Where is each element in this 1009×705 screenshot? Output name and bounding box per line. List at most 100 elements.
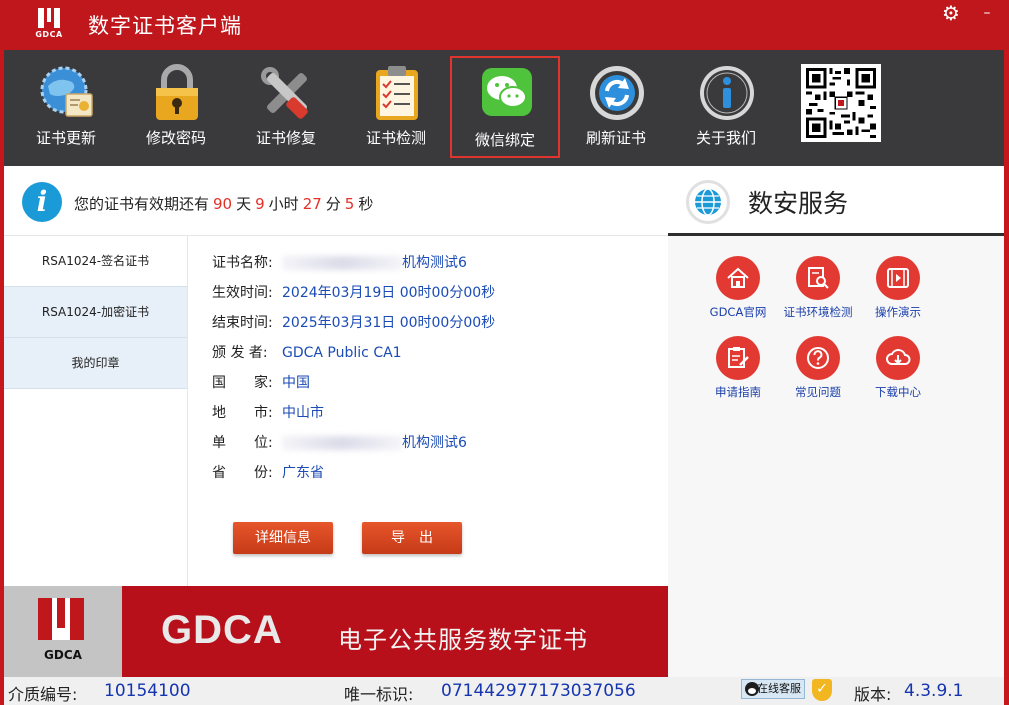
detail-label: 单 位: [212, 435, 273, 451]
toolbar-change-password[interactable]: 修改密码 [126, 50, 226, 166]
detail-row-name: 证书名称: 机构测试6 [212, 248, 652, 278]
title-bar: GDCA 数字证书客户端 ⚙ – [0, 0, 1009, 50]
banner-slogan: 电子公共服务数字证书 [338, 626, 588, 654]
home-icon [716, 256, 760, 300]
validity-bar: i 您的证书有效期还有 90 天 9 小时 27 分 5 秒 [4, 166, 668, 236]
service-gdca-website[interactable]: GDCA官网 [698, 256, 778, 320]
detail-label: 颁 发 者: [212, 345, 268, 361]
cert-item-sign[interactable]: RSA1024-签名证书 [4, 236, 187, 287]
refresh-icon [588, 64, 646, 122]
detail-row-issuer: 颁 发 者: GDCA Public CA1 [212, 338, 652, 368]
validity-minutes: 27 [302, 195, 322, 213]
detail-label: 结束时间: [212, 315, 273, 331]
service-label: 下载中心 [875, 385, 921, 399]
detail-label: 生效时间: [212, 285, 273, 301]
services-panel: 数安服务 GDCA官网 证书环境检测 操作演示 申请指南 常见问题 下载中心 [668, 166, 1004, 677]
shield-check-icon: ✓ [812, 679, 832, 701]
detail-value: 机构测试6 [402, 435, 467, 451]
certificate-list: RSA1024-签名证书 RSA1024-加密证书 我的印章 [4, 236, 188, 586]
service-label: GDCA官网 [709, 305, 767, 319]
online-support-button[interactable]: 在线客服 [741, 679, 805, 699]
toolbar-wechat-bind[interactable]: 微信绑定 [450, 56, 560, 158]
online-support-label: 在线客服 [757, 682, 801, 695]
status-bar: 介质编号: 10154100 唯一标识: 071442977173037056 … [4, 677, 1004, 705]
detail-row-province: 省 份: 广东省 [212, 458, 652, 488]
certificate-panel: i 您的证书有效期还有 90 天 9 小时 27 分 5 秒 RSA1024-签名证书 RSA1… [4, 166, 668, 586]
certificate-update-icon [38, 64, 96, 122]
media-label: 介质编号: [8, 685, 78, 704]
services-title: 数安服务 [748, 189, 849, 218]
wechat-icon [478, 64, 536, 122]
service-demo[interactable]: 操作演示 [858, 256, 938, 320]
validity-seconds-unit: 秒 [358, 195, 374, 213]
service-faq[interactable]: 常见问题 [778, 336, 858, 400]
app-title: 数字证书客户端 [88, 14, 242, 38]
detail-info-button[interactable]: 详细信息 [233, 522, 333, 554]
service-label: 证书环境检测 [783, 305, 853, 319]
validity-prefix: 您的证书有效期还有 [74, 195, 210, 213]
uid-value: 071442977173037056 [441, 681, 636, 701]
toolbar-label: 关于我们 [695, 129, 756, 147]
service-label: 操作演示 [875, 305, 921, 319]
toolbar-refresh-cert[interactable]: 刷新证书 [566, 50, 666, 166]
toolbar-label: 刷新证书 [585, 129, 646, 147]
qq-penguin-icon [745, 682, 759, 696]
gdca-banner-logo-text: GDCA [44, 648, 82, 662]
settings-gear-icon[interactable]: ⚙ [940, 2, 962, 24]
cloud-download-icon [876, 336, 920, 380]
gdca-banner: GDCA GDCA 电子公共服务数字证书 [4, 586, 668, 677]
detail-value: 2024年03月19日 00时00分00秒 [282, 285, 496, 301]
padlock-icon [148, 64, 206, 122]
uid-label: 唯一标识: [344, 685, 414, 704]
detail-value: 中山市 [282, 405, 324, 421]
service-env-check[interactable]: 证书环境检测 [778, 256, 858, 320]
toolbar-label: 微信绑定 [474, 131, 535, 149]
validity-seconds: 5 [344, 195, 355, 213]
media-value: 10154100 [104, 681, 191, 701]
info-circle-icon: i [22, 182, 62, 222]
validity-days: 90 [213, 195, 233, 213]
validity-minutes-unit: 分 [325, 195, 341, 213]
gdca-logo-text: GDCA [35, 30, 63, 39]
service-label: 申请指南 [715, 385, 761, 399]
toolbar-cert-update[interactable]: 证书更新 [16, 50, 116, 166]
detail-row-org: 单 位: 机构测试6 [212, 428, 652, 458]
toolbar-cert-check[interactable]: 证书检测 [346, 50, 446, 166]
edit-document-icon [716, 336, 760, 380]
toolbar-about-us[interactable]: 关于我们 [676, 50, 776, 166]
detail-label: 证书名称: [212, 255, 273, 271]
toolbar-cert-repair[interactable]: 证书修复 [236, 50, 336, 166]
cert-item-encrypt[interactable]: RSA1024-加密证书 [4, 287, 187, 338]
validity-hours: 9 [255, 195, 265, 213]
detail-label: 省 份: [212, 465, 273, 481]
certificate-details: 证书名称: 机构测试6 生效时间: 2024年03月19日 00时00分00秒 结束… [212, 248, 652, 488]
info-icon [698, 64, 756, 122]
version-label: 版本: [854, 685, 892, 704]
globe-icon [686, 180, 730, 224]
document-search-icon [796, 256, 840, 300]
video-icon [876, 256, 920, 300]
detail-row-end: 结束时间: 2025年03月31日 00时00分00秒 [212, 308, 652, 338]
cert-item-seal[interactable]: 我的印章 [4, 338, 187, 389]
gdca-logo-mark [38, 8, 60, 28]
tools-icon [258, 64, 316, 122]
redacted-blur [282, 436, 402, 450]
detail-value: 机构测试6 [402, 255, 467, 271]
export-button[interactable]: 导 出 [362, 522, 462, 554]
detail-row-city: 地 市: 中山市 [212, 398, 652, 428]
gdca-banner-logo: GDCA [4, 586, 122, 677]
service-download[interactable]: 下载中心 [858, 336, 938, 400]
wechat-qr-code [801, 64, 881, 142]
detail-label: 地 市: [212, 405, 273, 421]
service-guide[interactable]: 申请指南 [698, 336, 778, 400]
gdca-logo: GDCA [35, 8, 63, 42]
detail-label: 国 家: [212, 375, 273, 391]
service-label: 常见问题 [795, 385, 841, 399]
detail-row-start: 生效时间: 2024年03月19日 00时00分00秒 [212, 278, 652, 308]
detail-row-country: 国 家: 中国 [212, 368, 652, 398]
detail-value: 中国 [282, 375, 310, 391]
toolbar-label: 证书修复 [255, 129, 316, 147]
minimize-button[interactable]: – [972, 2, 1002, 24]
main-toolbar: 证书更新 修改密码 证书修复 证书检测 微信绑定 刷新证书 关于我们 [4, 50, 1004, 166]
toolbar-label: 证书检测 [365, 129, 426, 147]
